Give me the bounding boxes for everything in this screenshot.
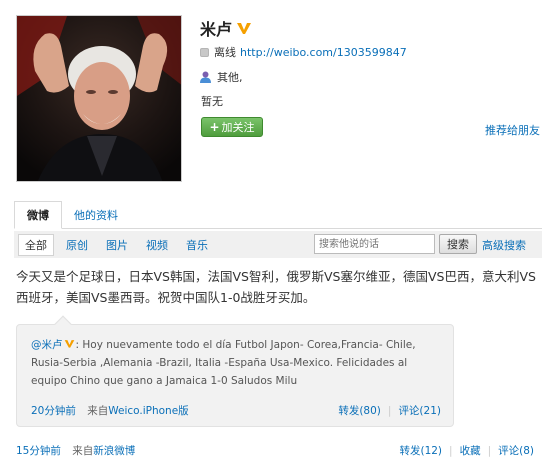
follow-button-label: 加关注	[221, 121, 255, 134]
advanced-search-link[interactable]: 高级搜索	[482, 237, 526, 253]
repost-source-prefix: 来自	[87, 405, 109, 417]
repost-source-link[interactable]: Weico.iPhone版	[108, 405, 188, 417]
location-row: 其他,	[200, 69, 243, 85]
verified-badge-icon	[237, 23, 252, 34]
follow-button[interactable]: + 加关注	[201, 117, 263, 137]
profile-name: 米卢	[200, 16, 252, 40]
repost-body: : Hoy nuevamente todo el día Futbol Japo…	[31, 339, 416, 387]
post-text: 今天又是个足球日，日本VS韩国，法国VS智利，俄罗斯VS塞尔维亚，德国VS巴西，…	[16, 269, 536, 305]
person-icon	[200, 71, 211, 83]
profile-tabs: 微博 他的资料	[14, 201, 542, 229]
post-footer: 15分钟前 来自新浪微博 转发(12) | 收藏 | 评论(8)	[16, 443, 534, 458]
location-text: 其他,	[217, 71, 243, 84]
comment-link[interactable]: 评论(8)	[498, 445, 534, 457]
filter-music[interactable]: 音乐	[186, 237, 208, 253]
plus-icon: +	[209, 120, 220, 134]
post-source: 来自新浪微博	[72, 445, 135, 457]
tab-weibo[interactable]: 微博	[14, 201, 62, 229]
divider: |	[387, 405, 392, 417]
profile-name-text: 米卢	[200, 20, 233, 39]
repost-text: @米卢: Hoy nuevamente todo el día Futbol J…	[31, 336, 441, 390]
repost-time-link[interactable]: 20分钟前	[31, 405, 76, 417]
repost-source: 来自Weico.iPhone版	[87, 405, 188, 417]
divider: |	[487, 445, 492, 457]
filter-bar: 全部 原创 图片 视频 音乐 搜索 高级搜索	[14, 231, 542, 258]
weibo-url-link[interactable]: http://weibo.com/1303599847	[240, 46, 407, 59]
offline-status-icon	[200, 47, 209, 57]
post-actions: 转发(12) | 收藏 | 评论(8)	[399, 443, 534, 458]
repost-footer: 20分钟前 来自Weico.iPhone版 转发(80) | 评论(21)	[31, 403, 441, 418]
filter-original[interactable]: 原创	[66, 237, 88, 253]
search-input[interactable]	[314, 234, 435, 254]
filter-all[interactable]: 全部	[18, 233, 54, 256]
search-button[interactable]: 搜索	[439, 234, 477, 254]
tab-his-profile[interactable]: 他的资料	[62, 201, 130, 228]
filter-videos[interactable]: 视频	[146, 237, 168, 253]
filter-images[interactable]: 图片	[106, 237, 128, 253]
status-label: 离线	[214, 46, 236, 59]
profile-intro: 暂无	[201, 95, 223, 108]
post-source-link[interactable]: 新浪微博	[93, 445, 135, 457]
post-time-link[interactable]: 15分钟前	[16, 445, 61, 457]
repost-author-link[interactable]: @米卢	[31, 339, 63, 351]
favorite-link[interactable]: 收藏	[460, 445, 481, 457]
post-source-prefix: 来自	[72, 445, 94, 457]
repost-box-arrow	[54, 315, 72, 333]
repost-forward-link[interactable]: 转发(80)	[338, 405, 381, 417]
divider: |	[449, 445, 453, 457]
repost-box: @米卢: Hoy nuevamente todo el día Futbol J…	[16, 315, 454, 427]
status-row: 离线 http://weibo.com/1303599847	[200, 44, 407, 60]
repost-comment-link[interactable]: 评论(21)	[398, 405, 441, 417]
avatar[interactable]	[16, 15, 182, 182]
verified-badge-icon	[64, 340, 74, 348]
recommend-to-friends-link[interactable]: 推荐给朋友	[485, 122, 540, 138]
repost-actions: 转发(80) | 评论(21)	[338, 403, 441, 418]
forward-link[interactable]: 转发(12)	[399, 445, 442, 457]
